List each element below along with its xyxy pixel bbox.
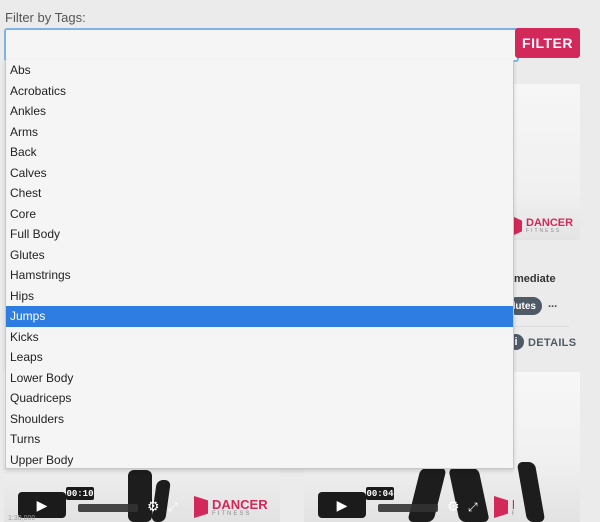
video-time: 00:04 [366,487,394,500]
video-controls: ▶ 00:10 ⚙ ⤢ DANCER FITNESS 1:30,000 [4,487,280,522]
brand-text: DANCER FITNESS [212,498,268,517]
card-brand-logo: DANCER FITNESS [514,212,580,240]
brand-text: DANCER FITNESS [526,218,573,234]
brand-mark-icon [514,217,522,235]
fullscreen-icon[interactable]: ⤢ [168,500,178,515]
dropdown-option[interactable]: Leaps [6,347,513,368]
brand-mark-icon [494,496,508,518]
details-link[interactable]: DETAILS [528,337,576,349]
brand-fitness: FITNESS [526,228,562,234]
dropdown-option[interactable]: Jumps [6,306,513,327]
dropdown-option[interactable]: Ankles [6,101,513,122]
brand-fitness: FITNESS [212,510,252,517]
video-player-3[interactable] [514,372,580,522]
play-icon: ▶ [336,496,348,513]
progress-bar[interactable] [78,504,138,512]
dropdown-option[interactable]: Core [6,204,513,225]
dropdown-option[interactable]: Hips [6,286,513,307]
dropdown-option[interactable]: Glutes [6,245,513,266]
play-icon: ▶ [36,496,48,513]
dropdown-option[interactable]: Chest [6,183,513,204]
dropdown-option[interactable]: Back [6,142,513,163]
fullscreen-icon[interactable]: ⤢ [468,500,478,515]
gear-icon[interactable]: ⚙ [147,498,160,515]
filter-button[interactable]: FILTER [515,28,580,58]
video-under-text: 1:30,000 [8,515,36,522]
progress-bar[interactable] [378,504,438,512]
card-level-text: mediate [514,273,556,285]
card-divider [514,326,569,327]
card-more-tags[interactable]: ... [548,298,557,310]
gear-icon[interactable]: ⚙ [447,498,460,515]
dropdown-option[interactable]: Quadriceps [6,388,513,409]
play-button[interactable]: ▶ [318,492,366,518]
dropdown-option[interactable]: Acrobatics [6,81,513,102]
tag-dropdown[interactable]: Abs Acrobatics Ankles Arms Back Calves Chest Co… [5,60,514,469]
dropdown-option[interactable]: Turns [6,429,513,450]
dropdown-option[interactable]: Abs [6,60,513,81]
dropdown-option[interactable]: Shoulders [6,409,513,430]
filter-label: Filter by Tags: [5,10,86,25]
dropdown-option[interactable]: Lower Body [6,368,513,389]
dropdown-option[interactable]: Calves [6,163,513,184]
brand-mark-icon [194,496,208,518]
dancer-figure [516,462,546,522]
dropdown-option[interactable]: Kicks [6,327,513,348]
tag-filter-input[interactable] [4,28,519,62]
video-time: 00:10 [66,487,94,500]
dropdown-option[interactable]: Full Body [6,224,513,245]
dropdown-option[interactable]: Hamstrings [6,265,513,286]
video-brand-logo: DANCER FITNESS [194,496,268,518]
dropdown-option[interactable]: Upper Body [6,450,513,471]
dropdown-option[interactable]: Arms [6,122,513,143]
brand-dancer: DANCER [212,496,268,512]
